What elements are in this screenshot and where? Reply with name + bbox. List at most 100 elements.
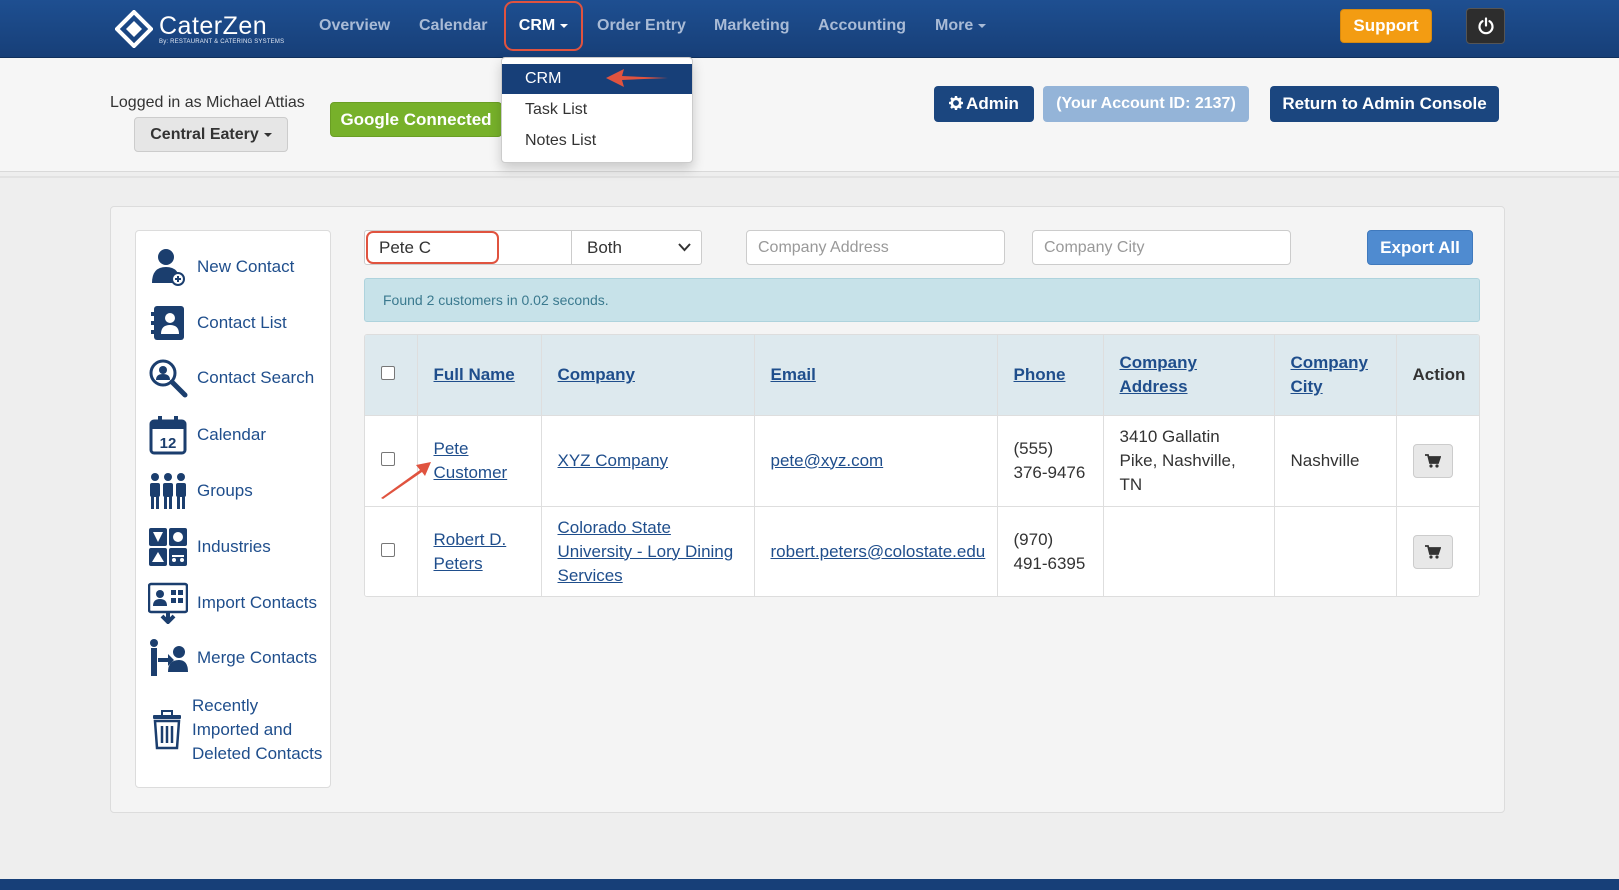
search-icon bbox=[148, 357, 188, 399]
sidebar-label-line: Recently bbox=[192, 696, 259, 715]
dropdown-item-crm[interactable]: CRM bbox=[502, 64, 692, 94]
sidebar-label-line: Deleted Contacts bbox=[192, 744, 323, 763]
row-checkbox[interactable] bbox=[381, 451, 395, 466]
company-link[interactable]: XYZ Company bbox=[558, 451, 669, 470]
select-all-checkbox[interactable] bbox=[381, 365, 395, 380]
new-contact-icon bbox=[148, 246, 188, 288]
groups-icon bbox=[148, 470, 188, 512]
location-dropdown[interactable]: Central Eatery bbox=[134, 117, 288, 152]
admin-button[interactable]: Admin bbox=[934, 86, 1034, 122]
location-label: Central Eatery bbox=[150, 126, 259, 143]
chevron-down-icon bbox=[978, 23, 987, 28]
top-navbar: CaterZen By: RESTAURANT & CATERING SYSTE… bbox=[0, 0, 1619, 58]
phone-cell: (970) 491-6395 bbox=[997, 506, 1104, 596]
sort-email[interactable]: Email bbox=[771, 365, 816, 384]
table-row: Pete Customer XYZ Company pete@xyz.com (… bbox=[365, 415, 1479, 507]
contact-list-icon bbox=[148, 302, 188, 344]
email-link[interactable]: robert.peters@colostate.edu bbox=[771, 542, 986, 561]
dropdown-item-task-list[interactable]: Task List bbox=[502, 95, 692, 125]
sidebar-item-label: Groups bbox=[197, 481, 253, 500]
diamond-logo-icon bbox=[114, 9, 154, 49]
chevron-down-icon bbox=[263, 132, 272, 137]
nav-more-label: More bbox=[935, 17, 974, 34]
sidebar-item-label: New Contact bbox=[197, 257, 295, 276]
contact-name-link[interactable]: Robert D. Peters bbox=[434, 530, 507, 573]
brand-tagline: By: RESTAURANT & CATERING SYSTEMS bbox=[159, 38, 285, 45]
nav-accounting[interactable]: Accounting bbox=[818, 17, 906, 35]
sidebar-item-new-contact[interactable]: New Contact bbox=[148, 244, 294, 290]
nav-calendar[interactable]: Calendar bbox=[419, 17, 487, 35]
company-link[interactable]: Colorado State University - Lory Dining … bbox=[558, 518, 734, 585]
nav-marketing[interactable]: Marketing bbox=[714, 17, 790, 35]
nav-more[interactable]: More bbox=[935, 17, 987, 35]
sidebar-item-recently-imported-deleted[interactable]: Recently Imported and Deleted Contacts bbox=[148, 694, 322, 766]
calendar-day-number: 12 bbox=[160, 435, 177, 452]
address-cell bbox=[1103, 506, 1275, 596]
sidebar-item-contact-list[interactable]: Contact List bbox=[148, 300, 287, 346]
calendar-icon: 12 bbox=[148, 414, 188, 456]
shopping-cart-icon bbox=[1424, 544, 1441, 559]
sidebar-item-industries[interactable]: Industries bbox=[148, 524, 271, 570]
city-cell bbox=[1274, 506, 1397, 596]
company-city-input[interactable] bbox=[1032, 230, 1291, 265]
sidebar-item-calendar[interactable]: 12 Calendar bbox=[148, 412, 266, 458]
crm-dropdown-menu: CRM Task List Notes List bbox=[501, 57, 693, 163]
google-connected-button[interactable]: Google Connected bbox=[330, 102, 502, 137]
sort-company-address[interactable]: Company Address bbox=[1120, 353, 1197, 396]
new-order-button[interactable] bbox=[1412, 443, 1453, 478]
sidebar-item-label: Contact Search bbox=[197, 368, 315, 387]
sidebar-item-label: Industries bbox=[197, 537, 271, 556]
sidebar-item-import-contacts[interactable]: Import Contacts bbox=[148, 580, 317, 626]
new-order-button[interactable] bbox=[1412, 534, 1453, 569]
import-icon bbox=[148, 582, 188, 624]
sidebar-item-label: Import Contacts bbox=[197, 593, 317, 612]
table-header-row: Full Name Company Email Phone Company Ad… bbox=[365, 335, 1479, 416]
dropdown-item-notes-list[interactable]: Notes List bbox=[502, 126, 692, 156]
nav-overview[interactable]: Overview bbox=[319, 17, 390, 35]
power-icon bbox=[1477, 17, 1494, 35]
sidebar-item-groups[interactable]: Groups bbox=[148, 468, 253, 514]
sidebar-item-label: Calendar bbox=[197, 425, 266, 444]
search-scope-select[interactable]: Both bbox=[571, 230, 702, 265]
table-row: Robert D. Peters Colorado State Universi… bbox=[365, 506, 1479, 596]
sort-full-name[interactable]: Full Name bbox=[434, 365, 515, 384]
sidebar-item-label: Recently Imported and Deleted Contacts bbox=[192, 694, 322, 766]
email-link[interactable]: pete@xyz.com bbox=[771, 451, 884, 470]
support-button[interactable]: Support bbox=[1340, 9, 1432, 43]
logged-in-text: Logged in as Michael Attias bbox=[110, 94, 305, 111]
name-search-input[interactable] bbox=[364, 230, 572, 265]
select-all-cell bbox=[365, 335, 418, 416]
sort-phone[interactable]: Phone bbox=[1014, 365, 1066, 384]
nav-crm[interactable]: CRM bbox=[504, 1, 583, 51]
sidebar-item-contact-search[interactable]: Contact Search bbox=[148, 355, 314, 401]
sidebar-item-label: Merge Contacts bbox=[197, 648, 317, 667]
gear-icon bbox=[949, 96, 964, 110]
chevron-down-icon bbox=[678, 243, 691, 252]
merge-icon bbox=[148, 637, 188, 679]
industries-icon bbox=[148, 526, 188, 568]
brand-name: CaterZen bbox=[159, 11, 268, 40]
caterzen-logo[interactable]: CaterZen By: RESTAURANT & CATERING SYSTE… bbox=[114, 9, 285, 49]
contact-name-link[interactable]: Pete Customer bbox=[434, 439, 508, 482]
results-info-message: Found 2 customers in 0.02 seconds. bbox=[364, 278, 1480, 322]
sort-company[interactable]: Company bbox=[558, 365, 635, 384]
logout-button[interactable] bbox=[1466, 8, 1505, 44]
phone-cell: (555) 376-9476 bbox=[997, 415, 1104, 507]
scope-value: Both bbox=[587, 238, 622, 257]
sidebar-item-merge-contacts[interactable]: Merge Contacts bbox=[148, 635, 317, 681]
return-to-admin-console-button[interactable]: Return to Admin Console bbox=[1270, 86, 1499, 122]
admin-label: Admin bbox=[966, 94, 1019, 113]
trash-icon bbox=[148, 709, 186, 751]
row-checkbox[interactable] bbox=[381, 542, 395, 557]
company-address-input[interactable] bbox=[746, 230, 1005, 265]
nav-crm-label: CRM bbox=[518, 17, 556, 34]
action-header: Action bbox=[1396, 335, 1479, 416]
nav-order-entry[interactable]: Order Entry bbox=[597, 17, 686, 35]
sort-company-city[interactable]: Company City bbox=[1291, 353, 1368, 396]
address-cell: 3410 Gallatin Pike, Nashville, TN bbox=[1103, 415, 1275, 507]
export-all-button[interactable]: Export All bbox=[1367, 230, 1473, 265]
city-cell: Nashville bbox=[1274, 415, 1397, 507]
account-id-button[interactable]: (Your Account ID: 2137) bbox=[1043, 86, 1249, 122]
sidebar-label-line: Imported and bbox=[192, 720, 293, 739]
customer-results-table: Full Name Company Email Phone Company Ad… bbox=[364, 334, 1480, 597]
